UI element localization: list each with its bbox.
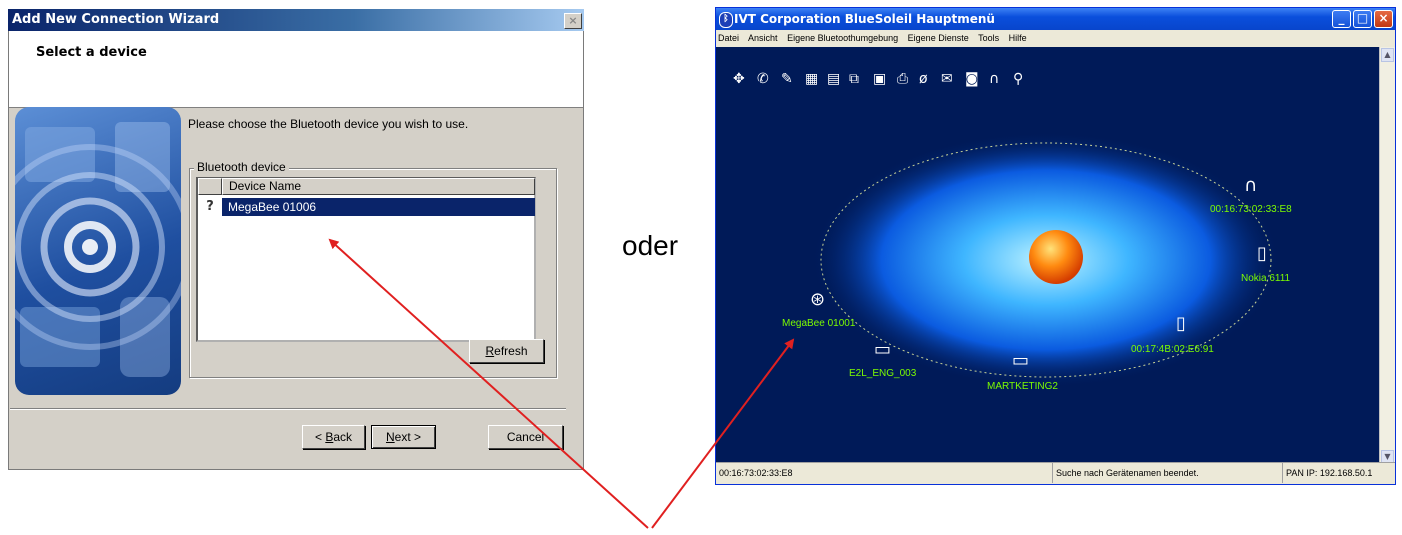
- menu-bar: Datei Ansicht Eigene Bluetoothumgebung E…: [716, 30, 1395, 47]
- status-bar: 00:16:73:02:33:E8 Suche nach Gerätenamen…: [716, 462, 1395, 484]
- document-icon[interactable]: ▤: [827, 71, 840, 87]
- close-icon[interactable]: ×: [1374, 10, 1393, 28]
- column-header-icon: [198, 178, 222, 195]
- device-label-e2l-eng-003[interactable]: E2L_ENG_003: [849, 368, 916, 379]
- device-label-megabee[interactable]: MegaBee 01001: [782, 318, 855, 329]
- status-pan-ip: PAN IP: 192.168.50.1: [1286, 468, 1373, 478]
- back-prefix: <: [314, 430, 326, 444]
- menu-ansicht[interactable]: Ansicht: [748, 33, 778, 43]
- bluetooth-logo-icon: ᛒ: [719, 12, 733, 28]
- search-icon[interactable]: ⚲: [1013, 71, 1023, 87]
- mobile-phone-icon[interactable]: ▯: [1176, 315, 1186, 333]
- mouse-icon[interactable]: ø: [919, 71, 928, 87]
- headset-icon[interactable]: ∩: [989, 71, 999, 87]
- printer-icon[interactable]: ⎙: [897, 71, 908, 87]
- minimize-icon[interactable]: _: [1332, 10, 1351, 28]
- wizard-prompt: Please choose the Bluetooth device you w…: [188, 117, 469, 131]
- close-icon[interactable]: ×: [564, 13, 582, 29]
- group-label: Bluetooth device: [194, 160, 289, 174]
- fax-icon[interactable]: ✉: [941, 71, 953, 87]
- device-label-martketing2[interactable]: MARTKETING2: [987, 381, 1058, 392]
- device-label-headset[interactable]: 00:16:73:02:33:E8: [1210, 204, 1292, 215]
- computer-icon[interactable]: ▣: [873, 71, 886, 87]
- vertical-scrollbar[interactable]: ▲ ▼: [1379, 47, 1395, 465]
- status-message: Suche nach Gerätenamen beendet.: [1053, 463, 1283, 483]
- wizard-title: Add New Connection Wizard: [12, 12, 220, 27]
- unknown-device-icon[interactable]: ⊛: [810, 291, 825, 309]
- wizard-divider: [10, 408, 566, 410]
- back-button[interactable]: < Back: [302, 425, 365, 449]
- camera-icon[interactable]: ◙: [965, 71, 979, 87]
- bluesoleil-window: ᛒ IVT Corporation BlueSoleil Hauptmenü _…: [715, 7, 1396, 485]
- bluesoleil-title: IVT Corporation BlueSoleil Hauptmenü: [734, 12, 995, 26]
- service-icon-2[interactable]: ✆: [757, 71, 769, 87]
- network-icon[interactable]: ▦: [805, 71, 818, 87]
- menu-hilfe[interactable]: Hilfe: [1009, 33, 1027, 43]
- refresh-button[interactable]: Refresh: [469, 339, 544, 363]
- refresh-label: efresh: [494, 344, 528, 358]
- back-label: ack: [333, 430, 353, 444]
- headset-icon[interactable]: ∩: [1244, 177, 1257, 195]
- laptop-icon[interactable]: ▭: [874, 341, 891, 359]
- bluetooth-environment-canvas: ✥ ✆ ✎ ▦ ▤ ⧉ ▣ ⎙ ø ✉ ◙ ∩ ⚲ ∩ 00:16:73:02:…: [716, 47, 1380, 465]
- device-label-nokia[interactable]: Nokia 6111: [1241, 273, 1290, 284]
- menu-tools[interactable]: Tools: [978, 33, 999, 43]
- next-button[interactable]: Next >: [371, 425, 436, 449]
- maximize-icon[interactable]: □: [1353, 10, 1372, 28]
- service-icon-3[interactable]: ✎: [781, 71, 793, 87]
- service-icon-1[interactable]: ✥: [733, 71, 745, 87]
- menu-eigene-dienste[interactable]: Eigene Dienste: [908, 33, 969, 43]
- laptop-icon[interactable]: ▭: [1012, 352, 1029, 370]
- status-address: 00:16:73:02:33:E8: [716, 463, 1053, 483]
- menu-eigene-bluetoothumgebung[interactable]: Eigene Bluetoothumgebung: [787, 33, 898, 43]
- mobile-phone-icon[interactable]: ▯: [1257, 245, 1267, 263]
- next-mnemonic: N: [385, 430, 395, 444]
- unknown-device-icon: ?: [206, 199, 214, 214]
- next-label: ext >: [394, 430, 422, 444]
- column-header-device-name[interactable]: Device Name: [222, 178, 535, 195]
- service-icon-6[interactable]: ⧉: [849, 71, 859, 87]
- wizard-illustration: [15, 107, 181, 395]
- bluesoleil-title-bar: ᛒ IVT Corporation BlueSoleil Hauptmenü _…: [716, 8, 1395, 30]
- wizard-heading: Select a device: [36, 45, 147, 60]
- wizard-title-bar: Add New Connection Wizard: [8, 9, 584, 31]
- separator-text: oder: [622, 230, 679, 261]
- scroll-up-icon[interactable]: ▲: [1381, 48, 1394, 62]
- device-label-phone-mac[interactable]: 00:17:4B:02:E6:91: [1131, 344, 1214, 355]
- cancel-button[interactable]: Cancel: [488, 425, 563, 449]
- menu-datei[interactable]: Datei: [718, 33, 739, 43]
- refresh-mnemonic: R: [485, 344, 495, 358]
- device-row-selected[interactable]: MegaBee 01006: [222, 198, 535, 216]
- wizard-header: [9, 31, 583, 108]
